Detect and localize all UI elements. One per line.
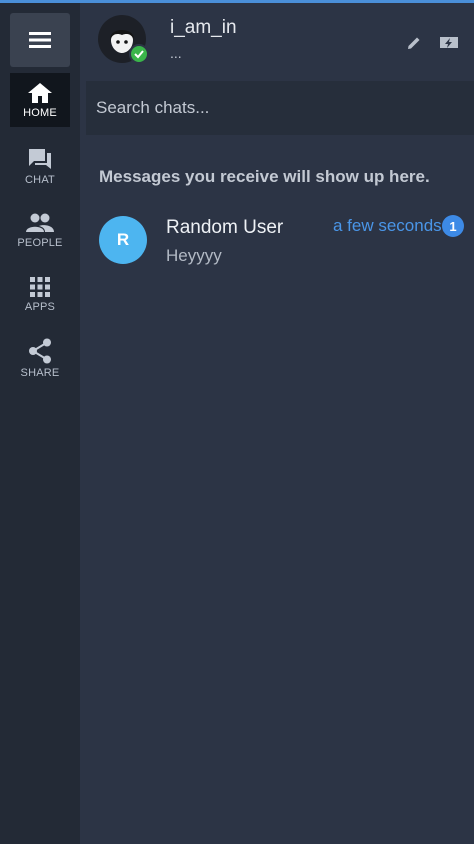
chat-bubbles-icon	[29, 148, 51, 169]
hamburger-menu-icon	[29, 32, 51, 48]
chat-timestamp: a few seconds	[333, 216, 442, 235]
sidebar-item-apps[interactable]: APPS	[10, 267, 70, 321]
sidebar-item-chat[interactable]: CHAT	[10, 139, 70, 193]
sidebar-item-share[interactable]: SHARE	[10, 331, 70, 385]
menu-button[interactable]	[10, 13, 70, 67]
profile-header: i_am_in ...	[80, 3, 474, 79]
home-icon	[28, 82, 52, 103]
edit-status-button[interactable]	[406, 35, 422, 56]
search-input[interactable]	[86, 81, 474, 135]
sidebar-item-label: PEOPLE	[17, 236, 63, 249]
user-status-text[interactable]: ...	[170, 45, 182, 61]
chat-list-item[interactable]: R Random User Heyyyy a few seconds 1	[80, 207, 474, 277]
sidebar-rail: HOME CHAT PEOPLE APPS SHARE	[0, 3, 80, 844]
app-window: HOME CHAT PEOPLE APPS SHARE i_am_in ... …	[0, 0, 474, 844]
sidebar-item-people[interactable]: PEOPLE	[10, 203, 70, 257]
chat-name: Random User	[166, 217, 284, 238]
sidebar-item-label: APPS	[24, 300, 56, 313]
apps-grid-icon	[30, 276, 50, 297]
chat-preview: Heyyyy	[166, 246, 222, 265]
online-status-badge	[129, 44, 149, 64]
sidebar-item-label: HOME	[23, 106, 57, 119]
sidebar-item-label: SHARE	[20, 366, 60, 379]
chat-avatar: R	[99, 216, 147, 264]
flash-message-icon	[440, 37, 458, 48]
main-panel: i_am_in ... Messages you receive will sh…	[80, 3, 474, 844]
share-icon	[29, 338, 51, 363]
check-icon	[134, 50, 144, 59]
unread-count-badge: 1	[442, 215, 464, 237]
flash-message-button[interactable]	[439, 35, 459, 56]
edit-icon	[408, 37, 420, 49]
username: i_am_in	[170, 17, 237, 38]
sidebar-item-home[interactable]: HOME	[10, 73, 70, 127]
empty-state-note: Messages you receive will show up here.	[99, 167, 430, 186]
sidebar-item-label: CHAT	[25, 173, 55, 186]
people-icon	[26, 213, 54, 232]
